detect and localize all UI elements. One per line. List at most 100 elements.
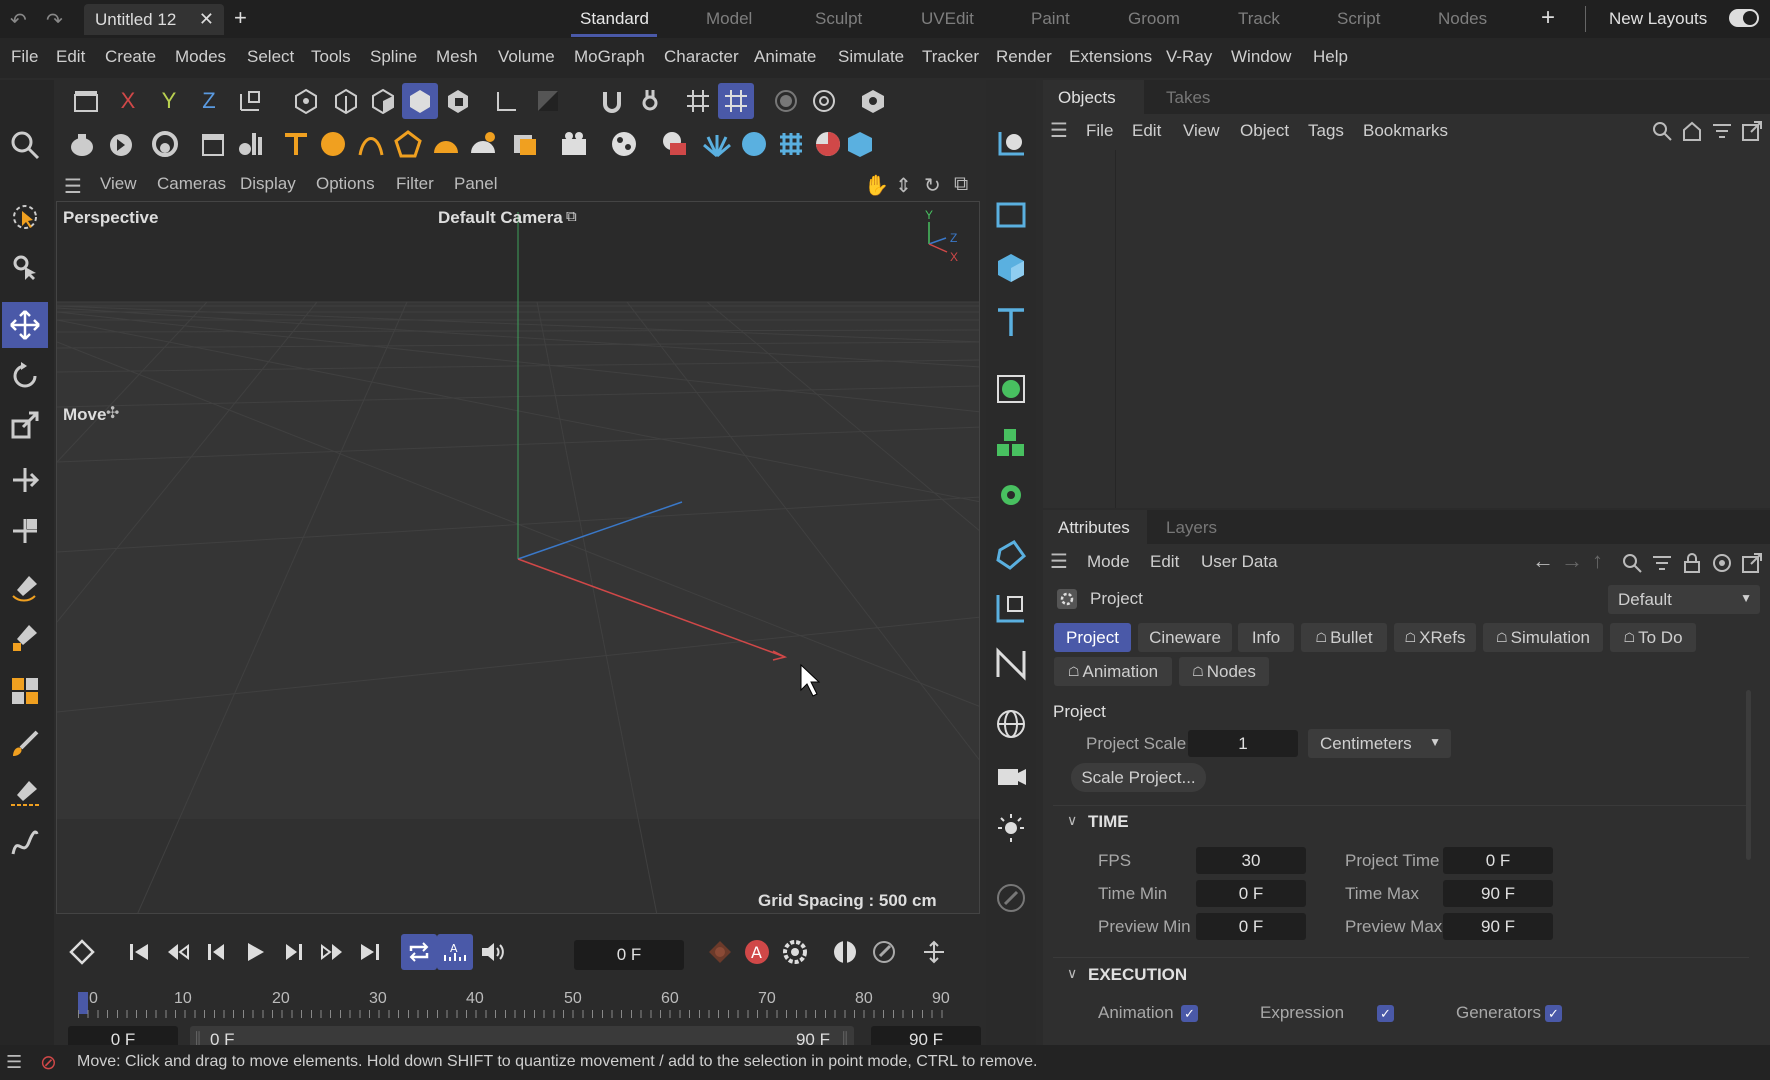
y-axis-lock-button[interactable]: Y	[151, 83, 187, 119]
menu-spline[interactable]: Spline	[370, 47, 417, 67]
snap-icon[interactable]	[594, 83, 630, 119]
status-menu-icon[interactable]: ☰	[6, 1052, 22, 1073]
section-header-execution[interactable]: EXECUTION	[1088, 965, 1187, 985]
scene-object-icon[interactable]	[507, 126, 543, 162]
render-region-icon[interactable]	[768, 83, 804, 119]
render-settings-icon[interactable]	[806, 83, 842, 119]
cube-field-icon[interactable]	[842, 126, 878, 162]
menu-window[interactable]: Window	[1231, 47, 1291, 67]
menu-edit[interactable]: Edit	[56, 47, 85, 67]
subtab-animation[interactable]: ☖ Animation	[1054, 657, 1172, 686]
subtab-nodes[interactable]: ☖ Nodes	[1179, 657, 1269, 686]
home-icon[interactable]	[1681, 120, 1703, 142]
x-axis-lock-button[interactable]: X	[110, 83, 146, 119]
menu-tools[interactable]: Tools	[311, 47, 351, 67]
subdivision-icon[interactable]	[147, 126, 183, 162]
previous-frame-icon[interactable]	[198, 934, 234, 970]
keyframe-icon[interactable]	[64, 934, 100, 970]
objects-search-icon[interactable]	[1651, 120, 1673, 142]
polygon-deformer-icon[interactable]	[390, 126, 426, 162]
attributes-menu-mode[interactable]: Mode	[1087, 552, 1130, 572]
attributes-filter-icon[interactable]	[1651, 552, 1673, 574]
layout-tab-groom[interactable]: Groom	[1128, 9, 1180, 29]
objects-hamburger-icon[interactable]: ☰	[1050, 118, 1068, 143]
subtab-cineware[interactable]: Cineware	[1138, 623, 1232, 652]
menu-volume[interactable]: Volume	[498, 47, 555, 67]
objects-menu-bookmarks[interactable]: Bookmarks	[1363, 121, 1448, 141]
expression-checkbox[interactable]: ✓	[1377, 1005, 1394, 1022]
layout-tab-sculpt[interactable]: Sculpt	[815, 9, 862, 29]
layout-tab-uvedit[interactable]: UVEdit	[921, 9, 974, 29]
z-axis-lock-button[interactable]: Z	[191, 83, 227, 119]
maximize-view-icon[interactable]: ⧉	[954, 173, 968, 196]
live-selection-icon[interactable]	[2, 244, 48, 290]
up-arrow-icon[interactable]: ↑	[1592, 548, 1603, 574]
coordinate-system-icon[interactable]	[232, 83, 268, 119]
spline-boolean-icon[interactable]	[2, 668, 48, 714]
pan-icon[interactable]: ✋	[864, 173, 889, 198]
viewport[interactable]: Perspective Default Camera ⧉ Y Z X Move …	[56, 201, 980, 914]
move-along-icon[interactable]	[2, 457, 48, 503]
back-arrow-icon[interactable]: ←	[1532, 548, 1554, 574]
menu-simulate[interactable]: Simulate	[838, 47, 904, 67]
time-max-field[interactable]: 90 F	[1443, 880, 1553, 907]
subtab-project[interactable]: Project	[1054, 623, 1131, 652]
go-to-start-icon[interactable]	[121, 934, 157, 970]
scale-unit-dropdown[interactable]: Centimeters ▼	[1308, 729, 1451, 758]
menu-character[interactable]: Character	[664, 47, 739, 67]
menu-file[interactable]: File	[11, 47, 38, 67]
sphere-icon[interactable]	[315, 126, 351, 162]
go-to-end-icon[interactable]	[352, 934, 388, 970]
animation-checkbox[interactable]: ✓	[1181, 1005, 1198, 1022]
spline-pen-icon[interactable]	[2, 565, 48, 611]
mograph-cloner-icon[interactable]	[988, 420, 1034, 466]
current-frame-field[interactable]: 0 F	[574, 940, 684, 970]
material-icon[interactable]	[606, 126, 642, 162]
null-object-icon[interactable]	[988, 366, 1034, 412]
boole-icon[interactable]	[103, 126, 139, 162]
lock-icon[interactable]	[1681, 552, 1703, 574]
tab-layers[interactable]: Layers	[1166, 518, 1217, 538]
layout-tab-standard[interactable]: Standard	[580, 9, 649, 29]
camera-icon[interactable]: ⧉	[566, 208, 577, 225]
key-settings-icon[interactable]	[777, 934, 813, 970]
instance-icon[interactable]	[988, 585, 1034, 631]
layout-tab-script[interactable]: Script	[1337, 9, 1380, 29]
menu-select[interactable]: Select	[247, 47, 294, 67]
autokey-record-icon[interactable]: A	[739, 934, 775, 970]
preview-max-field[interactable]: 90 F	[1443, 913, 1553, 940]
rectangle-icon[interactable]	[988, 192, 1034, 238]
snap-settings-icon[interactable]	[632, 83, 668, 119]
menu-render[interactable]: Render	[996, 47, 1052, 67]
sound-icon[interactable]	[474, 934, 510, 970]
model-mode-icon[interactable]	[402, 83, 438, 119]
layout-tab-model[interactable]: Model	[706, 9, 752, 29]
new-tab-icon[interactable]: +	[234, 5, 247, 31]
menu-extensions[interactable]: Extensions	[1069, 47, 1152, 67]
attributes-new-window-icon[interactable]	[1741, 552, 1763, 574]
teapot-icon[interactable]	[64, 126, 100, 162]
move-view-icon[interactable]: ⇕	[895, 173, 912, 198]
layout-tab-nodes[interactable]: Nodes	[1438, 9, 1487, 29]
knife-icon[interactable]	[2, 770, 48, 816]
viewport-solo-icon[interactable]	[68, 83, 104, 119]
hair-icon[interactable]	[699, 126, 735, 162]
subtab-xrefs[interactable]: ☖ XRefs	[1394, 623, 1476, 652]
sweep-icon[interactable]	[2, 821, 48, 867]
auto-keying-icon[interactable]: A	[437, 934, 473, 970]
section-header-time[interactable]: TIME	[1088, 812, 1129, 832]
play-icon[interactable]	[237, 934, 273, 970]
attributes-menu-user-data[interactable]: User Data	[1201, 552, 1278, 572]
camera-object-icon[interactable]	[556, 126, 592, 162]
cube-icon[interactable]	[988, 245, 1034, 291]
preset-dropdown[interactable]: Default ▼	[1608, 585, 1760, 614]
document-tab[interactable]: Untitled 12 ✕	[84, 4, 224, 35]
globe-icon[interactable]	[988, 701, 1034, 747]
attributes-menu-edit[interactable]: Edit	[1150, 552, 1179, 572]
render-view-icon[interactable]	[855, 83, 891, 119]
search-icon[interactable]	[2, 122, 48, 168]
solo-mode-icon[interactable]	[530, 83, 566, 119]
polygons-mode-icon[interactable]	[365, 83, 401, 119]
new-layouts-toggle[interactable]	[1729, 9, 1759, 27]
scale-tool-icon[interactable]	[2, 402, 48, 448]
